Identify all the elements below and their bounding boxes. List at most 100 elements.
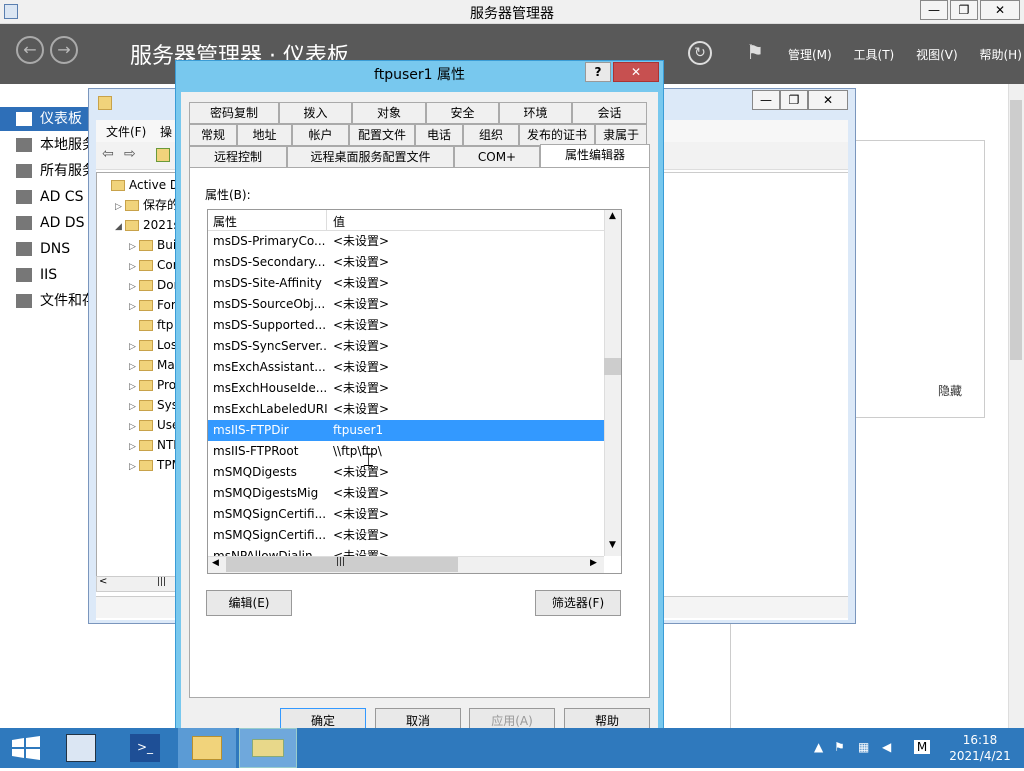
minimize-button[interactable]: — — [920, 0, 948, 20]
sidebar-item-all-servers[interactable]: 所有服务器 — [0, 159, 92, 183]
hide-link[interactable]: 隐藏 — [938, 382, 962, 399]
scroll-up-icon[interactable]: ▲ — [609, 211, 616, 221]
tray-expand-icon[interactable]: ▲ — [814, 740, 823, 754]
sidebar-item-file-storage[interactable]: 文件和存储服务 — [0, 289, 92, 313]
attribute-row[interactable]: msDS-Secondary... <未设置> — [208, 252, 604, 273]
expand-icon[interactable]: ▷ — [115, 197, 125, 217]
attribute-row[interactable]: mSMQSignCertifi... <未设置> — [208, 525, 604, 546]
tab-com-plus[interactable]: COM+ — [454, 146, 540, 168]
taskbar-explorer[interactable] — [178, 728, 236, 768]
attribute-row[interactable]: msDS-SyncServer... <未设置> — [208, 336, 604, 357]
expand-icon[interactable]: ▷ — [129, 357, 139, 377]
tab-telephones[interactable]: 电话 — [415, 124, 463, 146]
refresh-icon[interactable]: ↻ — [688, 41, 712, 65]
aduc-forward-icon[interactable]: ⇨ — [124, 146, 136, 162]
attribute-row[interactable]: msDS-Site-Affinity <未设置> — [208, 273, 604, 294]
tray-volume-icon[interactable]: ◀ — [882, 740, 891, 754]
back-icon[interactable]: ← — [16, 36, 44, 64]
expand-icon[interactable]: ◢ — [115, 217, 125, 237]
notification-flag-icon[interactable]: ⚑ — [746, 40, 764, 64]
close-button[interactable]: ✕ — [980, 0, 1020, 20]
expand-icon[interactable]: ▷ — [129, 237, 139, 257]
edit-button[interactable]: 编辑(E) — [206, 590, 292, 616]
aduc-maximize-button[interactable]: ❐ — [780, 90, 808, 110]
aduc-back-icon[interactable]: ⇦ — [102, 146, 114, 162]
tab-dial-in[interactable]: 拨入 — [279, 102, 352, 124]
tab-account[interactable]: 帐户 — [292, 124, 349, 146]
tab-organization[interactable]: 组织 — [463, 124, 519, 146]
attribute-row[interactable]: msIIS-FTPDir ftpuser1 — [208, 420, 604, 441]
menu-help[interactable]: 帮助(H) — [979, 48, 1021, 62]
tab-member-of[interactable]: 隶属于 — [595, 124, 647, 146]
attribute-row[interactable]: msIIS-FTPRoot \\ftp\ftp\ — [208, 441, 604, 462]
aduc-up-folder-icon[interactable] — [156, 148, 170, 162]
taskbar-powershell[interactable]: >_ — [116, 728, 174, 768]
tab-password-replication[interactable]: 密码复制 — [189, 102, 279, 124]
attribute-row[interactable]: mSMQSignCertifi... <未设置> — [208, 504, 604, 525]
sidebar-item-dashboard[interactable]: 仪表板 — [0, 107, 92, 131]
expand-icon[interactable]: ▷ — [129, 437, 139, 457]
attribute-row[interactable]: msNPAllowDialin <未设置> — [208, 546, 604, 556]
tree-item[interactable]: ftp — [129, 315, 173, 335]
aduc-close-button[interactable]: ✕ — [808, 90, 848, 110]
tab-rds-profile[interactable]: 远程桌面服务配置文件 — [287, 146, 454, 168]
attribute-row[interactable]: msExchLabeledURI <未设置> — [208, 399, 604, 420]
forward-icon[interactable]: → — [50, 36, 78, 64]
expand-icon[interactable]: ▷ — [129, 257, 139, 277]
server-manager-scroll-thumb[interactable] — [1010, 100, 1022, 360]
sidebar-item-adcs[interactable]: AD CS — [0, 185, 92, 209]
tab-environment[interactable]: 环境 — [499, 102, 572, 124]
column-header-attribute[interactable]: 属性 — [213, 213, 237, 230]
tab-sessions[interactable]: 会话 — [572, 102, 647, 124]
tab-profile[interactable]: 配置文件 — [349, 124, 415, 146]
attribute-row[interactable]: mSMQDigestsMig <未设置> — [208, 483, 604, 504]
scroll-right-icon[interactable]: ▶ — [590, 558, 597, 568]
tab-attribute-editor[interactable]: 属性编辑器 — [540, 144, 650, 168]
taskbar-clock[interactable]: 16:18 2021/4/21 — [940, 732, 1020, 764]
taskbar-aduc[interactable] — [239, 728, 297, 768]
attribute-list-vscroll-thumb[interactable] — [604, 358, 621, 375]
attribute-row[interactable]: msExchHouseIde... <未设置> — [208, 378, 604, 399]
scroll-left-icon[interactable]: ◀ — [212, 558, 219, 568]
sidebar-item-adds[interactable]: AD DS — [0, 211, 92, 235]
expand-icon[interactable]: ▷ — [129, 457, 139, 477]
attribute-row[interactable]: msExchAssistant... <未设置> — [208, 357, 604, 378]
ime-indicator[interactable]: M — [914, 740, 930, 754]
aduc-menu-file[interactable]: 文件(F) — [106, 123, 146, 140]
tab-security[interactable]: 安全 — [426, 102, 499, 124]
dialog-help-button[interactable]: ? — [585, 62, 611, 82]
taskbar-server-manager[interactable] — [52, 728, 110, 768]
expand-icon[interactable]: ▷ — [129, 397, 139, 417]
expand-icon[interactable]: ▷ — [129, 337, 139, 357]
attribute-row[interactable]: msDS-PrimaryCo... <未设置> — [208, 231, 604, 252]
tab-address[interactable]: 地址 — [237, 124, 292, 146]
attribute-list-vscroll[interactable]: ▲ ▼ — [604, 210, 621, 556]
tab-object[interactable]: 对象 — [352, 102, 426, 124]
sidebar-item-dns[interactable]: DNS — [0, 237, 92, 261]
start-button[interactable] — [0, 728, 52, 768]
menu-manage[interactable]: 管理(M) — [788, 48, 832, 62]
attribute-list-hscroll-thumb[interactable]: ||| — [226, 557, 458, 572]
aduc-menu-action[interactable]: 操作(A) — [160, 123, 172, 140]
sidebar-item-local-server[interactable]: 本地服务器 — [0, 133, 92, 157]
expand-icon[interactable]: ▷ — [129, 377, 139, 397]
filter-button[interactable]: 筛选器(F) — [535, 590, 621, 616]
menu-tools[interactable]: 工具(T) — [854, 48, 895, 62]
sidebar-item-iis[interactable]: IIS — [0, 263, 92, 287]
attribute-row[interactable]: msDS-Supported... <未设置> — [208, 315, 604, 336]
column-header-value[interactable]: 值 — [333, 213, 345, 230]
tray-action-center-icon[interactable]: ⚑ — [834, 740, 845, 754]
scroll-down-icon[interactable]: ▼ — [609, 540, 616, 550]
expand-icon[interactable]: ▷ — [129, 277, 139, 297]
dialog-close-button[interactable]: ✕ — [613, 62, 659, 82]
tray-network-icon[interactable]: ▦ — [858, 740, 869, 754]
aduc-minimize-button[interactable]: — — [752, 90, 780, 110]
tab-published-certificates[interactable]: 发布的证书 — [519, 124, 595, 146]
attribute-row[interactable]: mSMQDigests <未设置> — [208, 462, 604, 483]
tab-general[interactable]: 常规 — [189, 124, 237, 146]
maximize-button[interactable]: ❐ — [950, 0, 978, 20]
attribute-row[interactable]: msDS-SourceObj... <未设置> — [208, 294, 604, 315]
tab-remote-control[interactable]: 远程控制 — [189, 146, 287, 168]
expand-icon[interactable]: ▷ — [129, 297, 139, 317]
menu-view[interactable]: 视图(V) — [916, 48, 958, 62]
